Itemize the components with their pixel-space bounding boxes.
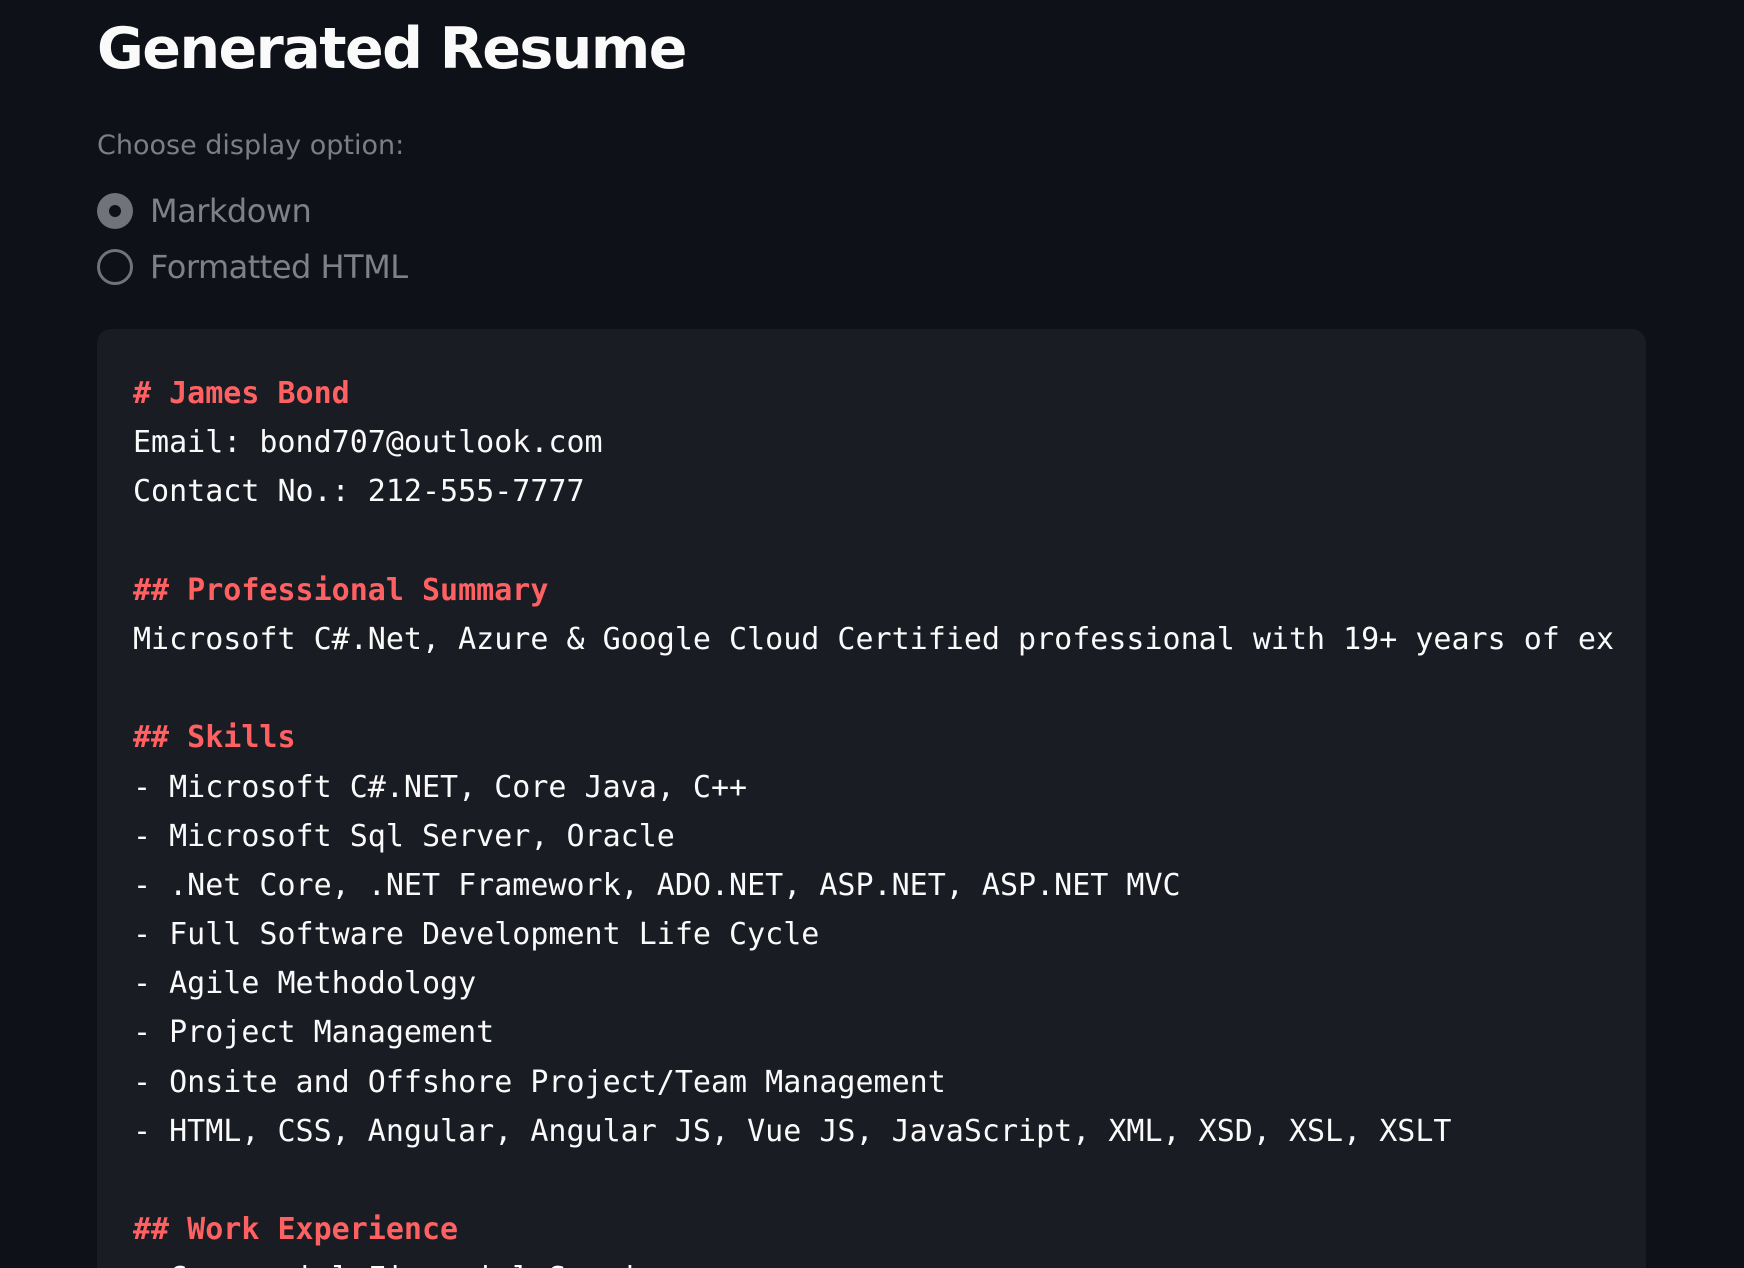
radio-option-markdown[interactable]: Markdown <box>97 191 312 231</box>
markdown-text-line <box>133 517 1646 566</box>
markdown-text-line: Microsoft C#.Net, Azure & Google Cloud C… <box>133 621 1615 657</box>
markdown-code-block[interactable]: # James Bond Email: bond707@outlook.com Co… <box>97 329 1646 1268</box>
display-option-label: Choose display option: <box>97 130 405 161</box>
markdown-text-line <box>133 664 1646 713</box>
markdown-text-line: Email: bond707@outlook.com <box>133 425 603 461</box>
radio-selected-icon[interactable] <box>97 193 133 229</box>
markdown-heading-line: # James Bond <box>133 376 350 411</box>
markdown-heading-line: ## Work Experience <box>133 1212 459 1248</box>
radio-option-formatted-html[interactable]: Formatted HTML <box>97 247 408 287</box>
page: Generated Resume Choose display option: … <box>0 0 1744 1268</box>
markdown-text-line: - Microsoft C#.NET, Core Java, C++ <box>133 769 748 805</box>
markdown-heading-line: ## Professional Summary <box>133 572 549 608</box>
markdown-text-line: - Microsoft Sql Server, Oracle <box>133 818 675 854</box>
markdown-code-content: # James Bond Email: bond707@outlook.com Co… <box>133 369 1646 1268</box>
markdown-text-line: Contact No.: 212-555-7777 <box>133 474 585 510</box>
markdown-text-line: - HTML, CSS, Angular, Angular JS, Vue JS… <box>133 1113 1452 1149</box>
markdown-text-line: - Full Software Development Life Cycle <box>133 917 820 953</box>
radio-unselected-icon[interactable] <box>97 249 133 285</box>
radio-option-label: Formatted HTML <box>150 248 408 286</box>
markdown-heading-line: ## Skills <box>133 720 296 756</box>
radio-option-label: Markdown <box>150 192 312 230</box>
markdown-text-line <box>133 1156 1646 1205</box>
markdown-text-line: - Commercial Financial Services <box>133 1254 1646 1268</box>
markdown-text-line: - Project Management <box>133 1015 495 1051</box>
page-title: Generated Resume <box>97 16 687 82</box>
markdown-text-line: - .Net Core, .NET Framework, ADO.NET, AS… <box>133 867 1181 903</box>
markdown-text-line: - Agile Methodology <box>133 966 477 1002</box>
markdown-text-line: - Onsite and Offshore Project/Team Manag… <box>133 1064 946 1100</box>
